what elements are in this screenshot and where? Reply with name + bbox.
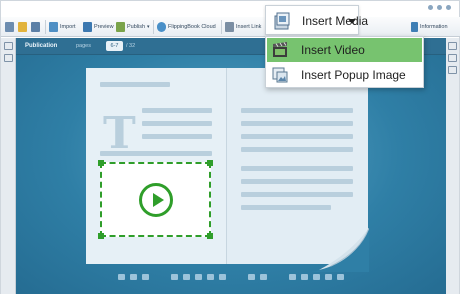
viewer-controls <box>16 266 446 288</box>
insert-media-menu: Insert Video Insert Popup Image <box>265 36 424 88</box>
import-label: Import <box>60 24 76 30</box>
preview-button[interactable]: Preview <box>83 20 114 34</box>
app-window: Import Preview Publish ▾ FlippingBook Cl… <box>0 0 460 294</box>
total-pages: / 32 <box>126 43 136 49</box>
flippingbook-cloud-label: FlippingBook Cloud <box>168 24 216 30</box>
text-icon[interactable] <box>3 54 13 62</box>
publish-label: Publish <box>127 24 146 30</box>
link-icon <box>225 22 234 32</box>
properties-icon[interactable] <box>447 54 457 62</box>
save-icon <box>31 22 40 32</box>
publication-title: Publication <box>25 43 58 49</box>
fullscreen-icon[interactable] <box>248 274 255 280</box>
sound-icon[interactable] <box>219 274 226 280</box>
preview-icon <box>83 22 92 32</box>
print-icon[interactable] <box>195 274 202 280</box>
video-placeholder[interactable] <box>98 160 213 239</box>
text-line <box>241 108 353 113</box>
download-icon[interactable] <box>207 274 214 280</box>
insert-link-label: Insert Link <box>236 24 262 30</box>
zoom-icon[interactable] <box>260 274 267 280</box>
information-label: Information <box>420 24 448 30</box>
publish-button[interactable]: Publish ▾ <box>116 20 150 34</box>
new-project-button[interactable] <box>5 20 14 34</box>
table-of-contents-icon[interactable] <box>118 274 125 280</box>
play-icon[interactable] <box>138 182 173 217</box>
information-button[interactable]: Information <box>411 20 448 34</box>
toolbar-divider <box>45 20 46 34</box>
text-line <box>241 179 353 184</box>
right-tool-strip <box>444 38 459 294</box>
flippingbook-cloud-button[interactable]: FlippingBook Cloud <box>157 20 216 34</box>
menu-item-insert-popup-image[interactable]: Insert Popup Image <box>267 63 422 87</box>
publish-icon <box>116 22 125 32</box>
pages-label: pages <box>76 43 91 49</box>
text-line <box>100 151 212 156</box>
chevron-down-icon <box>348 19 356 24</box>
layers-icon[interactable] <box>447 42 457 50</box>
text-line <box>241 205 331 210</box>
text-line <box>241 134 353 139</box>
main-toolbar: Import Preview Publish ▾ FlippingBook Cl… <box>1 17 460 37</box>
save-project-button[interactable] <box>31 20 40 34</box>
text-line <box>241 192 353 197</box>
last-page-icon[interactable] <box>337 274 344 280</box>
text-line <box>100 82 170 87</box>
flip-mode-icon[interactable] <box>313 274 320 280</box>
dot-icon <box>437 5 442 10</box>
video-clapper-icon <box>273 42 287 57</box>
insert-media-button[interactable]: Insert Media <box>265 5 368 35</box>
toolbar-divider <box>153 20 154 34</box>
popup-image-icon <box>272 67 288 83</box>
settings-icon[interactable] <box>3 42 13 50</box>
resize-handle[interactable] <box>98 233 104 239</box>
toolbar-divider <box>221 20 222 34</box>
insert-media-label: Insert Media <box>302 14 369 28</box>
previous-page-icon[interactable] <box>301 274 308 280</box>
info-icon <box>411 22 418 32</box>
text-line <box>241 121 353 126</box>
left-tool-strip <box>1 38 16 294</box>
thumbnails-icon[interactable] <box>130 274 137 280</box>
page-number-input[interactable]: 6-7 <box>106 41 123 51</box>
text-placeholder-icon: T <box>103 108 136 159</box>
text-search-icon[interactable] <box>183 274 190 280</box>
cloud-icon <box>157 22 166 32</box>
insert-popup-image-label: Insert Popup Image <box>301 68 406 82</box>
open-project-button[interactable] <box>18 20 27 34</box>
import-icon <box>49 22 58 32</box>
text-line <box>142 134 212 139</box>
window-menu-dots[interactable] <box>428 5 451 10</box>
dot-icon <box>446 5 451 10</box>
next-page-icon[interactable] <box>325 274 332 280</box>
new-file-icon <box>5 22 14 32</box>
film-media-icon <box>274 12 290 30</box>
grid-icon[interactable] <box>447 66 457 74</box>
text-line <box>241 166 353 171</box>
share-icon[interactable] <box>171 274 178 280</box>
resize-handle[interactable] <box>98 160 104 166</box>
bookmark-icon[interactable] <box>142 274 149 280</box>
insert-link-button[interactable]: Insert Link <box>225 20 261 34</box>
text-line <box>142 121 212 126</box>
resize-handle[interactable] <box>207 233 213 239</box>
dot-icon <box>428 5 433 10</box>
text-line <box>142 108 212 113</box>
open-folder-icon <box>18 22 27 32</box>
text-line <box>241 147 353 152</box>
import-button[interactable]: Import <box>49 20 76 34</box>
insert-video-label: Insert Video <box>301 43 365 57</box>
chevron-down-icon: ▾ <box>147 24 150 30</box>
preview-label: Preview <box>94 24 114 30</box>
first-page-icon[interactable] <box>289 274 296 280</box>
menu-item-insert-video[interactable]: Insert Video <box>267 38 422 62</box>
resize-handle[interactable] <box>207 160 213 166</box>
